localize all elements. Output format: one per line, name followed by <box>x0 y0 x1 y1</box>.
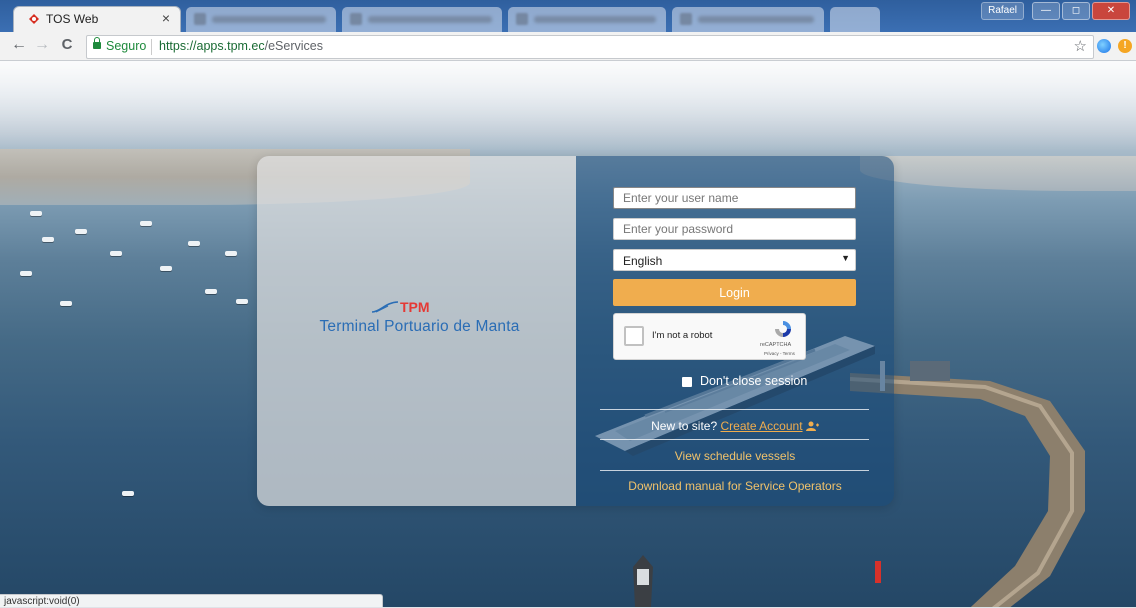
sky-haze <box>0 61 1136 151</box>
keep-session-checkbox[interactable] <box>682 377 692 387</box>
url-path: /eServices <box>264 39 323 53</box>
boat <box>42 237 54 242</box>
tab-favicon-icon <box>680 13 692 25</box>
new-to-site-row: New to site? Create Account <box>576 419 894 433</box>
url-host: https://apps.tpm.ec <box>159 39 265 53</box>
recaptcha-icon <box>775 321 791 337</box>
recaptcha-checkbox[interactable] <box>624 326 644 346</box>
tab-favicon-icon <box>516 13 528 25</box>
boat <box>60 301 72 306</box>
boat <box>188 241 200 246</box>
minimize-button[interactable]: — <box>1032 2 1060 20</box>
close-window-button[interactable]: ✕ <box>1092 2 1130 20</box>
brand-short: TPM <box>400 300 430 314</box>
new-to-site-text: New to site? <box>651 419 718 433</box>
address-divider <box>151 39 152 55</box>
boat <box>110 251 122 256</box>
boat <box>140 221 152 226</box>
boat <box>205 289 217 294</box>
boat <box>20 271 32 276</box>
boat <box>75 229 87 234</box>
download-manual-link[interactable]: Download manual for Service Operators <box>576 479 894 493</box>
status-bar: javascript:void(0) <box>0 594 383 607</box>
language-selected: English <box>623 254 663 268</box>
tab-favicon-icon <box>194 13 206 25</box>
window-controls: Rafael — ◻ ✕ <box>981 2 1130 20</box>
secure-label: Seguro <box>106 39 147 53</box>
recaptcha-label: I'm not a robot <box>652 330 713 341</box>
address-bar[interactable]: Seguro https://apps.tpm.ec/eServices ☆ <box>86 35 1094 59</box>
browser-tab[interactable] <box>186 7 336 32</box>
password-input[interactable] <box>613 218 856 240</box>
far-coastline <box>860 156 1136 191</box>
maximize-button[interactable]: ◻ <box>1062 2 1090 20</box>
recaptcha-brand: reCAPTCHA <box>760 342 792 348</box>
keep-session-label: Don't close session <box>700 374 808 388</box>
extension-icon[interactable] <box>1097 39 1111 53</box>
tab-favicon-icon <box>350 13 362 25</box>
browser-toolbar: ← → C Seguro https://apps.tpm.ec/eServic… <box>0 32 1136 61</box>
tos-favicon-icon <box>29 14 39 24</box>
tpm-logo: TPM <box>372 300 430 314</box>
update-icon[interactable]: ! <box>1118 39 1132 53</box>
browser-tab[interactable] <box>508 7 666 32</box>
tab-title: TOS Web <box>46 12 99 26</box>
new-tab-button[interactable] <box>830 7 880 32</box>
tab-close-icon[interactable]: × <box>162 10 170 26</box>
boat <box>122 491 134 496</box>
browser-tab-active[interactable]: TOS Web × <box>14 7 180 32</box>
add-user-icon <box>805 421 819 431</box>
divider <box>600 470 869 471</box>
brand-name: Terminal Portuario de Manta <box>319 318 520 335</box>
recaptcha-terms[interactable]: Privacy - Terms <box>764 351 795 356</box>
browser-tab[interactable] <box>672 7 824 32</box>
language-select[interactable]: English ▼ <box>613 249 856 271</box>
forward-arrow-icon[interactable]: → <box>32 36 52 54</box>
back-arrow-icon[interactable]: ← <box>9 36 29 54</box>
boat <box>225 251 237 256</box>
brand-panel: TPM Terminal Portuario de Manta <box>257 156 576 506</box>
tugboat <box>633 555 653 607</box>
schedule-vessels-link[interactable]: View schedule vessels <box>576 449 894 463</box>
username-input[interactable] <box>613 187 856 209</box>
create-account-link[interactable]: Create Account <box>720 419 802 433</box>
browser-tab-bar: TOS Web × Rafael — ◻ ✕ <box>0 0 1136 32</box>
login-button[interactable]: Login <box>613 279 856 306</box>
browser-tab[interactable] <box>342 7 502 32</box>
dropdown-arrow-icon: ▼ <box>841 253 850 263</box>
boat <box>160 266 172 271</box>
url-text[interactable]: https://apps.tpm.ec/eServices <box>159 39 323 53</box>
boat <box>30 211 42 216</box>
recaptcha-widget: I'm not a robot reCAPTCHA Privacy - Term… <box>613 313 806 360</box>
reload-icon[interactable]: C <box>57 36 77 53</box>
divider <box>600 409 869 410</box>
profile-badge[interactable]: Rafael <box>981 2 1024 20</box>
lock-icon <box>93 37 101 49</box>
star-icon[interactable]: ☆ <box>1074 37 1087 55</box>
boat <box>236 299 248 304</box>
divider <box>600 439 869 440</box>
